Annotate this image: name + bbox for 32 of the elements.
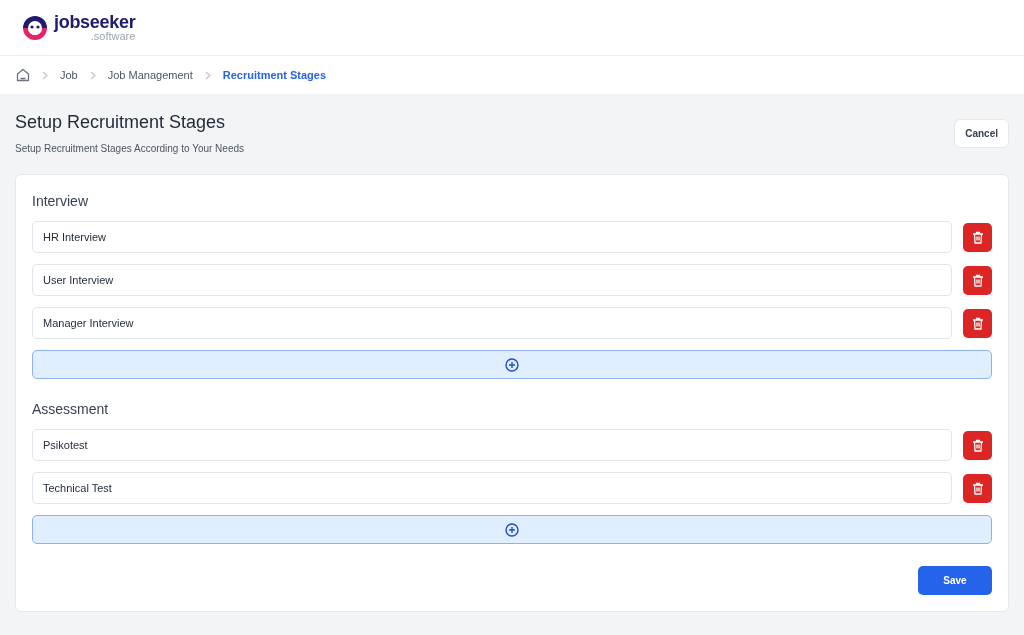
breadcrumb-link[interactable]: Job Management [107, 69, 193, 81]
breadcrumb-link[interactable]: Job [60, 69, 78, 81]
section-title: Interview [32, 193, 90, 209]
chevron-icon [42, 70, 48, 80]
plus-circle-icon [505, 522, 519, 537]
cancel-button[interactable]: Cancel [954, 119, 1009, 148]
logo-suffix: .software [90, 31, 136, 42]
trash-icon [971, 481, 984, 495]
chevron-icon [89, 70, 96, 80]
save-button[interactable]: Save [918, 566, 992, 595]
trash-icon [971, 273, 984, 287]
delete-button[interactable] [963, 430, 992, 460]
trash-icon [971, 438, 984, 452]
page-subtitle: Setup Recruitment Stages According to Your Needs [15, 143, 245, 154]
logo-name: jobseeker [54, 13, 136, 31]
home-icon[interactable] [16, 68, 30, 82]
delete-button[interactable] [963, 265, 992, 295]
stage-input[interactable]: Technical Test [32, 472, 952, 504]
breadcrumb-link[interactable]: Recruitment Stages [222, 69, 327, 81]
stage-input[interactable]: Manager Interview [32, 307, 952, 339]
stage-input[interactable]: HR Interview [32, 221, 952, 253]
trash-icon [971, 230, 984, 244]
stage-input[interactable]: User Interview [32, 264, 952, 296]
trash-icon [971, 316, 984, 330]
page-title: Setup Recruitment Stages [15, 112, 227, 133]
delete-button[interactable] [963, 473, 992, 503]
delete-button[interactable] [963, 308, 992, 338]
section-title: Assessment [32, 401, 110, 417]
plus-circle-icon [505, 357, 519, 372]
delete-button[interactable] [963, 222, 992, 252]
chevron-icon [204, 70, 211, 80]
stage-input[interactable]: Psikotest [32, 429, 952, 461]
